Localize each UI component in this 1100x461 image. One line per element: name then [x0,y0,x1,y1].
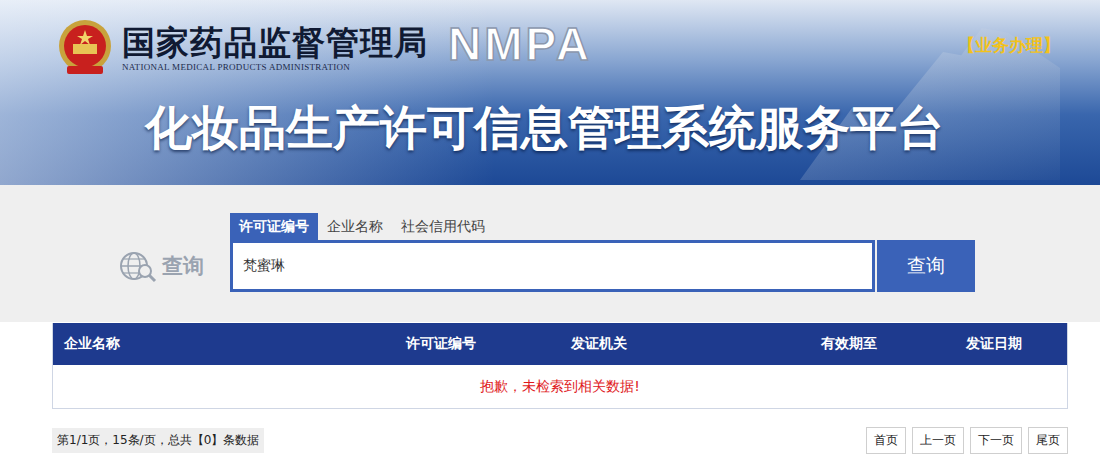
agency-abbr: NMPA [448,17,592,71]
page: 国家药品监督管理局 NATIONAL MEDICAL PRODUCTS ADMI… [0,0,1100,454]
globe-search-icon [118,249,158,283]
empty-message: 抱歉，未检索到相关数据! [53,365,1067,408]
page-button[interactable]: 下一页 [970,427,1022,454]
column-header: 企业名称 [53,323,395,365]
agency-name: 国家药品监督管理局 NATIONAL MEDICAL PRODUCTS ADMI… [122,24,428,72]
search-tabs: 许可证编号企业名称社会信用代码 [230,213,1100,240]
search-tab[interactable]: 企业名称 [318,213,392,240]
page-button[interactable]: 上一页 [912,427,964,454]
banner: 国家药品监督管理局 NATIONAL MEDICAL PRODUCTS ADMI… [0,0,1100,185]
results-table: 企业名称许可证编号发证机关有效期至发证日期 抱歉，未检索到相关数据! [52,323,1068,409]
column-header: 发证日期 [955,323,1067,365]
table-header: 企业名称许可证编号发证机关有效期至发证日期 [53,323,1067,365]
pagination: 第1/1页，15条/页，总共【0】条数据 首页上一页下一页尾页 [52,427,1068,454]
search-label: 查询 [118,240,230,292]
column-header: 有效期至 [810,323,955,365]
search-tab[interactable]: 社会信用代码 [392,213,494,240]
page-button[interactable]: 首页 [866,427,906,454]
search-input[interactable] [230,240,875,292]
search-tab[interactable]: 许可证编号 [230,213,318,240]
platform-title: 化妆品生产许可信息管理系统服务平台 [145,100,1100,156]
emblem-icon [57,18,113,78]
column-header: 许可证编号 [395,323,560,365]
search-area: 许可证编号企业名称社会信用代码 查询 查询 [0,185,1100,322]
column-header: 发证机关 [560,323,810,365]
search-button[interactable]: 查询 [877,240,975,292]
business-link[interactable]: 【业务办理】 [958,34,1060,57]
page-button[interactable]: 尾页 [1028,427,1068,454]
page-summary: 第1/1页，15条/页，总共【0】条数据 [52,428,264,453]
